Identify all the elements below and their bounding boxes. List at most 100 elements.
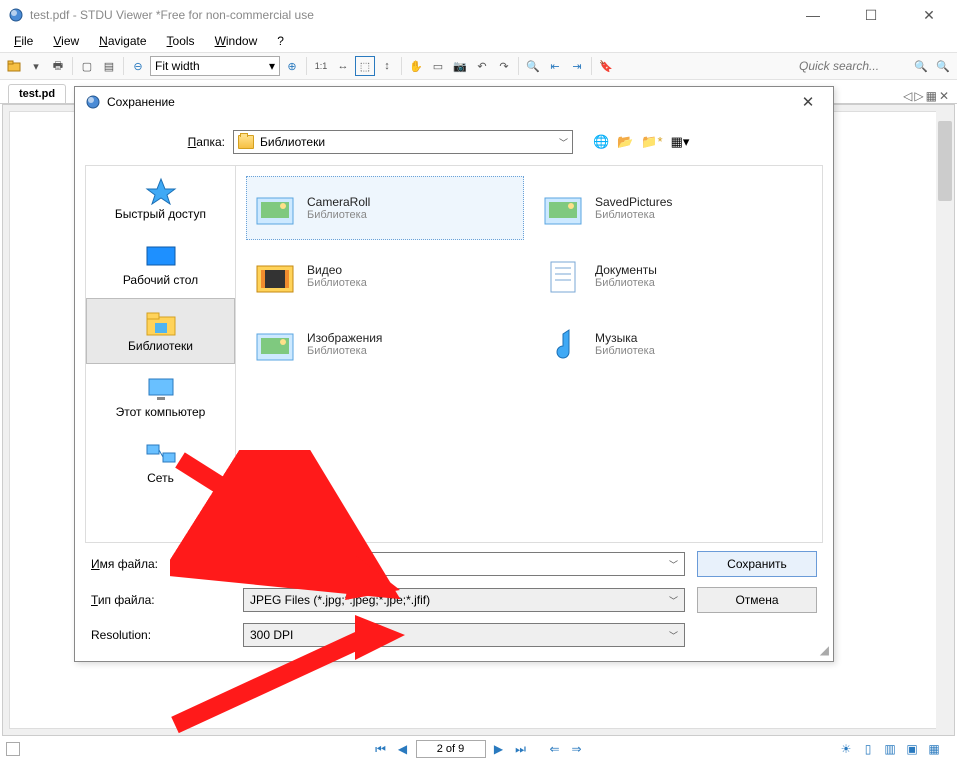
- maximize-button[interactable]: ☐: [851, 7, 891, 24]
- dialog-form: Имя файла: test_002﹀ Сохранить Тип файла…: [75, 543, 833, 661]
- picture-folder-icon: [541, 188, 585, 228]
- find-next-icon[interactable]: ⇥: [567, 56, 587, 76]
- library-item-images[interactable]: ИзображенияБиблиотека: [246, 312, 524, 376]
- resolution-label: Resolution:: [91, 628, 231, 642]
- library-item-documents[interactable]: ДокументыБиблиотека: [534, 244, 812, 308]
- save-button[interactable]: Сохранить: [697, 551, 817, 577]
- print-icon[interactable]: 🖶: [48, 56, 68, 76]
- picture-folder-icon: [253, 324, 297, 364]
- folder-row: Папка: Библиотеки ﹀ 🌐 📂 📁* ▦▾: [75, 127, 833, 157]
- toolbar: ▾ 🖶 ▢ ▤ ⊖ Fit width▾ ⊕ 1:1 ↔ ⬚ ↕ ✋ ▭ 📷 ↶…: [0, 52, 957, 80]
- tab-next-icon[interactable]: ▷: [914, 89, 923, 103]
- zoom-in-icon[interactable]: ⊕: [282, 56, 302, 76]
- file-list: CameraRollБиблиотека SavedPicturesБиблио…: [235, 165, 823, 543]
- tab-prev-icon[interactable]: ◁: [903, 89, 912, 103]
- zoom-combo[interactable]: Fit width▾: [150, 56, 280, 76]
- folder-combo[interactable]: Библиотеки ﹀: [233, 130, 573, 154]
- continuous-icon[interactable]: ▥: [881, 740, 899, 758]
- last-page-icon[interactable]: ⏭: [512, 740, 530, 758]
- find-icon[interactable]: 🔍: [523, 56, 543, 76]
- two-page-icon[interactable]: ▣: [903, 740, 921, 758]
- video-folder-icon: [253, 256, 297, 296]
- new-folder-icon[interactable]: 📁*: [641, 134, 662, 150]
- place-quick-access[interactable]: Быстрый доступ: [86, 166, 235, 232]
- fit-height-icon[interactable]: ↕: [377, 56, 397, 76]
- history-back-icon[interactable]: ⇐: [546, 740, 564, 758]
- page-number-input[interactable]: [416, 740, 486, 758]
- menu-file[interactable]: File: [6, 32, 41, 50]
- snapshot-icon[interactable]: 📷: [450, 56, 470, 76]
- library-item-video[interactable]: ВидеоБиблиотека: [246, 244, 524, 308]
- music-folder-icon: [541, 324, 585, 364]
- dialog-titlebar: Сохранение ✕: [75, 87, 833, 117]
- back-icon[interactable]: 🌐: [593, 134, 609, 150]
- fit-width-icon[interactable]: ↔: [333, 56, 353, 76]
- history-fwd-icon[interactable]: ⇒: [568, 740, 586, 758]
- view-menu-icon[interactable]: ▦▾: [671, 134, 690, 150]
- first-page-icon[interactable]: ⏮: [372, 740, 390, 758]
- window-title: test.pdf - STDU Viewer *Free for non-com…: [30, 8, 793, 22]
- chevron-down-icon: ﹀: [559, 136, 568, 149]
- window-titlebar: test.pdf - STDU Viewer *Free for non-com…: [0, 0, 957, 30]
- place-network[interactable]: Сеть: [86, 430, 235, 496]
- prev-page-icon[interactable]: ◀: [394, 740, 412, 758]
- tab-close-icon[interactable]: ✕: [939, 89, 949, 103]
- place-desktop[interactable]: Рабочий стол: [86, 232, 235, 298]
- open-dropdown-icon[interactable]: ▾: [26, 56, 46, 76]
- zoom-out-icon[interactable]: ⊖: [128, 56, 148, 76]
- brightness-icon[interactable]: ☀: [837, 740, 855, 758]
- open-icon[interactable]: [4, 56, 24, 76]
- dialog-app-icon: [85, 94, 101, 110]
- grid-view-icon[interactable]: ▦: [925, 740, 943, 758]
- place-computer[interactable]: Этот компьютер: [86, 364, 235, 430]
- close-button[interactable]: ✕: [909, 7, 949, 24]
- resolution-combo[interactable]: 300 DPI﹀: [243, 623, 685, 647]
- menu-window[interactable]: Window: [207, 32, 266, 50]
- dialog-close-button[interactable]: ✕: [793, 93, 823, 111]
- library-item-savedpictures[interactable]: SavedPicturesБиблиотека: [534, 176, 812, 240]
- fit-11-icon[interactable]: 1:1: [311, 56, 331, 76]
- thumbnails-icon[interactable]: ▢: [77, 56, 97, 76]
- folder-value: Библиотеки: [260, 135, 325, 149]
- dialog-title: Сохранение: [107, 95, 793, 109]
- menu-help[interactable]: ?: [269, 32, 292, 50]
- fit-page-icon[interactable]: ⬚: [355, 56, 375, 76]
- document-tab[interactable]: test.pd: [8, 84, 66, 103]
- picture-folder-icon: [253, 188, 297, 228]
- quick-search-input[interactable]: [799, 59, 909, 73]
- select-text-icon[interactable]: ▭: [428, 56, 448, 76]
- single-page-icon[interactable]: ▯: [859, 740, 877, 758]
- vertical-scrollbar[interactable]: [936, 105, 954, 735]
- documents-folder-icon: [541, 256, 585, 296]
- folder-icon: [238, 135, 254, 149]
- hand-tool-icon[interactable]: ✋: [406, 56, 426, 76]
- resize-grip-icon[interactable]: ◢: [820, 643, 829, 657]
- bookmark-icon[interactable]: 🔖: [596, 56, 616, 76]
- places-sidebar: Быстрый доступ Рабочий стол Библиотеки Э…: [85, 165, 235, 543]
- search-next-icon[interactable]: 🔍: [933, 56, 953, 76]
- rotate-left-icon[interactable]: ↶: [472, 56, 492, 76]
- bookmarks-icon[interactable]: ▤: [99, 56, 119, 76]
- menu-tools[interactable]: Tools: [159, 32, 203, 50]
- place-libraries[interactable]: Библиотеки: [86, 298, 235, 364]
- search-prev-icon[interactable]: 🔍: [911, 56, 931, 76]
- minimize-button[interactable]: —: [793, 7, 833, 24]
- menu-navigate[interactable]: Navigate: [91, 32, 154, 50]
- filetype-combo[interactable]: JPEG Files (*.jpg;*.jpeg;*.jpe;*.jfif)﹀: [243, 588, 685, 612]
- up-folder-icon[interactable]: 📂: [617, 134, 633, 150]
- filename-input[interactable]: test_002﹀: [243, 552, 685, 576]
- desktop-icon: [145, 243, 177, 271]
- star-icon: [145, 177, 177, 205]
- page-navigation: ⏮ ◀ ▶ ⏭ ⇐ ⇒ ☀ ▯ ▥ ▣ ▦: [0, 738, 957, 760]
- hscroll-left-icon[interactable]: [6, 742, 20, 756]
- save-dialog: Сохранение ✕ Папка: Библиотеки ﹀ 🌐 📂 📁* …: [74, 86, 834, 662]
- find-prev-icon[interactable]: ⇤: [545, 56, 565, 76]
- tab-grid-icon[interactable]: ▦: [926, 89, 937, 103]
- cancel-button[interactable]: Отмена: [697, 587, 817, 613]
- next-page-icon[interactable]: ▶: [490, 740, 508, 758]
- rotate-right-icon[interactable]: ↷: [494, 56, 514, 76]
- menu-view[interactable]: View: [45, 32, 87, 50]
- library-item-cameraroll[interactable]: CameraRollБиблиотека: [246, 176, 524, 240]
- menu-bar: File View Navigate Tools Window ?: [0, 30, 957, 52]
- library-item-music[interactable]: МузыкаБиблиотека: [534, 312, 812, 376]
